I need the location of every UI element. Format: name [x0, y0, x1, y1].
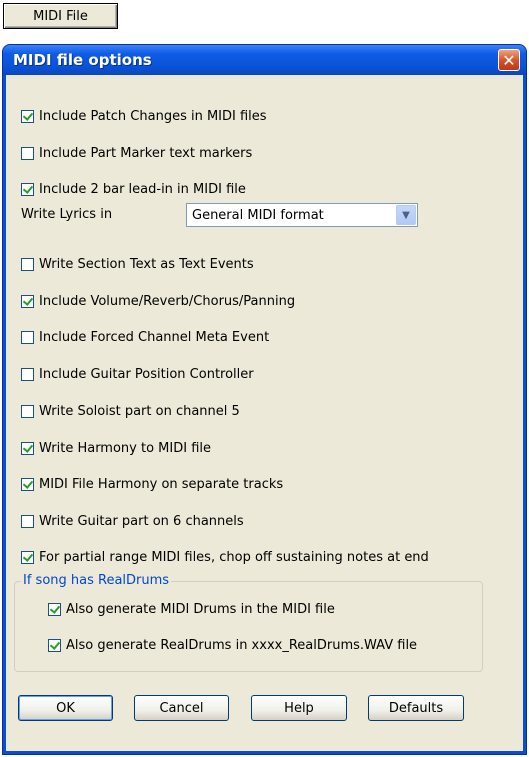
checkbox[interactable]	[21, 294, 34, 308]
option-include-part-markers[interactable]: Include Part Marker text markers	[21, 144, 252, 162]
dialog-client: Include Patch Changes in MIDI files Incl…	[6, 75, 523, 751]
option-include-lead-in[interactable]: Include 2 bar lead-in in MIDI file	[21, 180, 246, 198]
option-label: Include Forced Channel Meta Event	[39, 329, 270, 345]
option-write-harmony[interactable]: Write Harmony to MIDI file	[21, 439, 211, 457]
checkbox[interactable]	[21, 477, 34, 491]
option-label: For partial range MIDI files, chop off s…	[39, 549, 429, 565]
checkbox[interactable]	[48, 602, 61, 616]
ok-button[interactable]: OK	[18, 695, 113, 721]
title-bar[interactable]: MIDI file options ✕	[3, 45, 526, 75]
close-icon: ✕	[502, 50, 516, 70]
option-harmony-separate-tracks[interactable]: MIDI File Harmony on separate tracks	[21, 475, 283, 493]
option-generate-midi-drums[interactable]: Also generate MIDI Drums in the MIDI fil…	[48, 600, 335, 618]
checkbox[interactable]	[21, 550, 34, 564]
option-label: Include Volume/Reverb/Chorus/Panning	[39, 293, 296, 309]
option-include-patch-changes[interactable]: Include Patch Changes in MIDI files	[21, 107, 267, 125]
dialog-title: MIDI file options	[13, 51, 152, 69]
checkbox[interactable]	[21, 182, 34, 196]
cancel-button[interactable]: Cancel	[134, 695, 229, 721]
chevron-down-icon[interactable]: ▼	[396, 205, 416, 225]
option-chop-sustaining-notes[interactable]: For partial range MIDI files, chop off s…	[21, 548, 429, 566]
group-title: If song has RealDrums	[21, 573, 172, 588]
option-label: Include Guitar Position Controller	[39, 366, 254, 382]
option-label: MIDI File Harmony on separate tracks	[39, 476, 284, 492]
option-volume-reverb[interactable]: Include Volume/Reverb/Chorus/Panning	[21, 292, 295, 310]
option-label: Write Harmony to MIDI file	[39, 440, 212, 456]
option-guitar-6-channels[interactable]: Write Guitar part on 6 channels	[21, 512, 244, 530]
option-label: Include Part Marker text markers	[39, 145, 253, 161]
option-label: Also generate RealDrums in xxxx_RealDrum…	[66, 637, 418, 653]
midi-file-options-dialog: MIDI file options ✕ Include Patch Change…	[2, 44, 527, 755]
defaults-button[interactable]: Defaults	[368, 695, 464, 721]
option-label: Write Soloist part on channel 5	[39, 403, 240, 419]
option-section-text[interactable]: Write Section Text as Text Events	[21, 255, 254, 273]
checkbox[interactable]	[21, 514, 34, 528]
option-label: Include Patch Changes in MIDI files	[39, 108, 267, 124]
checkbox[interactable]	[48, 638, 61, 652]
midi-file-button[interactable]: MIDI File	[3, 3, 118, 29]
option-forced-channel[interactable]: Include Forced Channel Meta Event	[21, 328, 269, 346]
option-soloist-channel[interactable]: Write Soloist part on channel 5	[21, 402, 240, 420]
help-button[interactable]: Help	[251, 695, 347, 721]
option-label: Write Section Text as Text Events	[39, 256, 254, 272]
lyrics-format-value: General MIDI format	[192, 207, 324, 223]
checkbox[interactable]	[21, 146, 34, 160]
checkbox[interactable]	[21, 257, 34, 271]
checkbox[interactable]	[21, 404, 34, 418]
checkbox[interactable]	[21, 330, 34, 344]
checkbox[interactable]	[21, 367, 34, 381]
option-label: Also generate MIDI Drums in the MIDI fil…	[66, 601, 335, 617]
close-button[interactable]: ✕	[498, 49, 520, 71]
option-guitar-position[interactable]: Include Guitar Position Controller	[21, 365, 254, 383]
realdrums-group: If song has RealDrums	[14, 573, 483, 672]
option-label: Include 2 bar lead-in in MIDI file	[39, 181, 246, 197]
checkbox[interactable]	[21, 441, 34, 455]
write-lyrics-label: Write Lyrics in	[21, 207, 113, 222]
option-generate-realdrums-wav[interactable]: Also generate RealDrums in xxxx_RealDrum…	[48, 636, 417, 654]
lyrics-format-select[interactable]: General MIDI format ▼	[186, 203, 418, 227]
checkbox[interactable]	[21, 109, 34, 123]
option-label: Write Guitar part on 6 channels	[39, 513, 244, 529]
